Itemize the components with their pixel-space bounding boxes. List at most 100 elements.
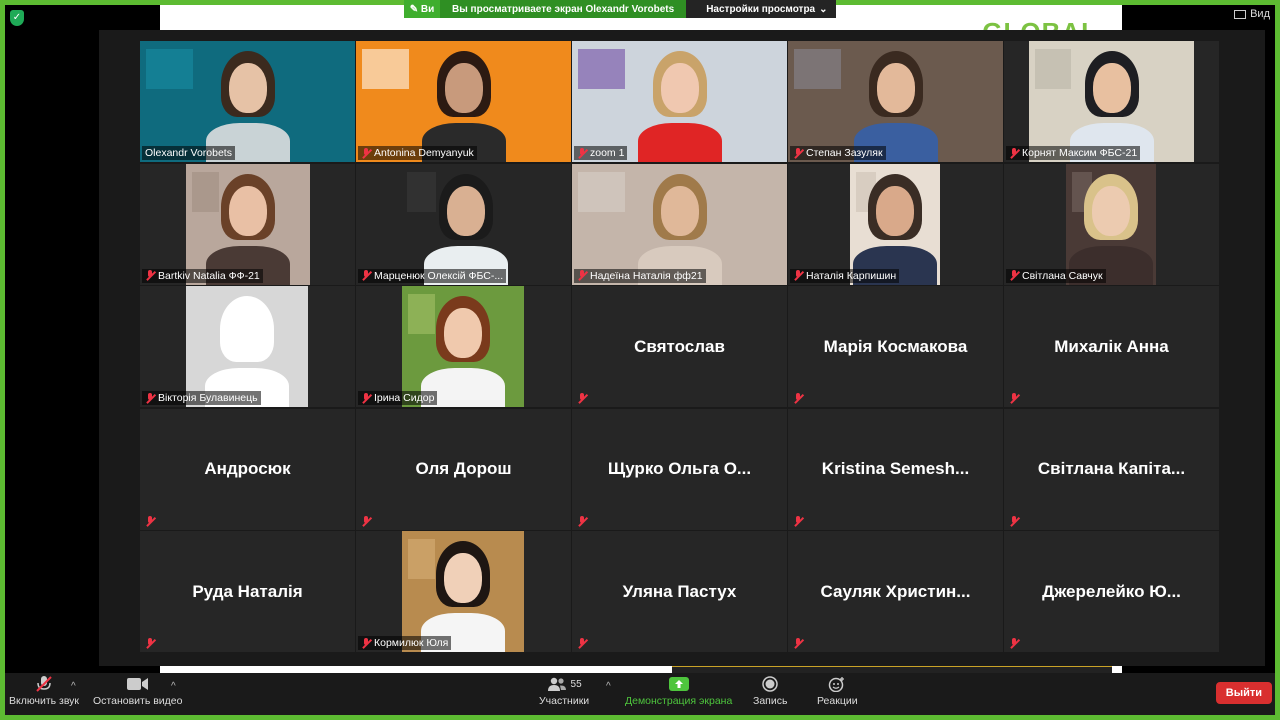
participant-name: Щурко Ольга О...: [607, 459, 752, 478]
participant-tile[interactable]: Оля Дорош: [356, 408, 571, 530]
mic-muted-icon: [1009, 515, 1019, 527]
participant-label: Olexandr Vorobets: [142, 146, 235, 160]
participant-tile[interactable]: Щурко Ольга О...: [572, 408, 787, 530]
video-options-caret[interactable]: ^: [171, 681, 176, 692]
participant-tile[interactable]: Марія Космакова: [788, 286, 1003, 407]
participant-label-text: Наталія Карпишин: [806, 269, 897, 282]
participant-tile[interactable]: Світлана Савчук: [1004, 163, 1219, 285]
video-feed: [140, 41, 355, 162]
mic-muted-icon: [1009, 147, 1019, 159]
audio-options-caret[interactable]: ^: [71, 681, 76, 692]
participant-tile[interactable]: zoom 1: [572, 41, 787, 162]
participant-label-text: Antonina Demyanyuk: [374, 147, 474, 159]
participant-name: Джерелейко Ю...: [1042, 581, 1181, 601]
participant-label-text: zoom 1: [590, 147, 625, 159]
participant-name: Уляна Пастух: [622, 581, 737, 601]
participant-tile[interactable]: Вікторія Булавинець: [140, 286, 355, 407]
share-screen-button[interactable]: Демонстрация экрана: [625, 676, 732, 707]
video-feed: [572, 163, 787, 285]
grid-icon: [1234, 9, 1247, 19]
participant-tile[interactable]: Наталія Карпишин: [788, 163, 1003, 285]
chevron-down-icon: ⌄: [819, 3, 828, 15]
pin-icon[interactable]: ✎ Ви: [404, 0, 440, 18]
participant-tile[interactable]: Кормилюк Юля: [356, 531, 571, 652]
participant-tile[interactable]: Андросюк: [140, 408, 355, 530]
view-options-label: Настройки просмотра: [706, 3, 816, 15]
mic-muted-icon: [577, 270, 587, 281]
participant-label: [574, 515, 590, 528]
meeting-toolbar: Включить звук ^ Остановить видео ^ 55 Уч…: [5, 673, 1275, 715]
security-shield-icon[interactable]: ✓: [10, 10, 24, 26]
video-feed: [850, 163, 940, 285]
participant-label-text: Марценюк Олексій ФБС-...: [374, 269, 504, 282]
mic-muted-icon: [577, 147, 587, 159]
stop-video-button[interactable]: Остановить видео: [93, 676, 182, 707]
reactions-label: Реакции: [817, 695, 858, 707]
mic-muted-icon: [361, 637, 371, 649]
participant-tile[interactable]: Руда Наталія: [140, 531, 355, 652]
view-options-button[interactable]: Настройки просмотра ⌄: [686, 0, 836, 18]
share-screen-icon: [668, 676, 689, 692]
participant-name: Kristina Semesh...: [821, 459, 970, 478]
participant-label-text: Степан Зазуляк: [806, 147, 883, 159]
mic-muted-icon: [361, 515, 371, 527]
record-button[interactable]: Запись: [753, 676, 787, 707]
participant-label: Вікторія Булавинець: [142, 391, 261, 405]
mic-muted-icon: [35, 676, 53, 692]
participant-label: [1006, 637, 1022, 650]
participant-tile[interactable]: Kristina Semesh...: [788, 408, 1003, 530]
participant-tile[interactable]: Святослав: [572, 286, 787, 407]
mic-muted-icon: [361, 392, 371, 404]
zoom-window: GLOBAL ✓ Вид ✎ Ви Вы просматриваете экра…: [0, 0, 1280, 720]
participants-options-caret[interactable]: ^: [606, 681, 611, 692]
participant-label-text: Світлана Савчук: [1022, 269, 1103, 282]
participant-label: [574, 637, 590, 650]
banner-message: Вы просматриваете экран Olexandr Vorobet…: [440, 0, 687, 18]
video-feed: [1066, 163, 1156, 285]
participant-tile[interactable]: Bartkiv Natalia ФФ-21: [140, 163, 355, 285]
mic-muted-icon: [793, 270, 803, 281]
participant-label: Надеїна Наталія фф21: [574, 268, 706, 283]
stop-video-label: Остановить видео: [93, 695, 183, 707]
profile-photo: [186, 286, 308, 407]
unmute-button[interactable]: Включить звук: [9, 676, 79, 707]
video-feed: [572, 41, 787, 162]
participant-tile[interactable]: Уляна Пастух: [572, 531, 787, 652]
participant-label: [790, 515, 806, 528]
participant-tile[interactable]: Ірина Сидор: [356, 286, 571, 407]
participant-tile[interactable]: Надеїна Наталія фф21: [572, 163, 787, 285]
participant-label-text: Ірина Сидор: [374, 392, 435, 404]
gallery-view: Olexandr Vorobets Antonina Demyanyuk zoom …: [99, 30, 1265, 666]
participant-label: [574, 392, 590, 405]
participants-button[interactable]: 55 Участники: [539, 676, 589, 707]
participant-tile[interactable]: Степан Зазуляк: [788, 41, 1003, 162]
participant-label: [142, 637, 158, 650]
reactions-button[interactable]: Реакции: [817, 676, 858, 707]
unmute-label: Включить звук: [9, 695, 80, 707]
view-button[interactable]: Вид: [1234, 8, 1270, 20]
participant-tile[interactable]: Antonina Demyanyuk: [356, 41, 571, 162]
mic-muted-icon: [1009, 393, 1019, 404]
participant-tile[interactable]: Марценюк Олексій ФБС-...: [356, 163, 571, 285]
participant-name: Андросюк: [204, 459, 291, 478]
record-icon: [762, 676, 778, 692]
share-banner: ✎ Ви Вы просматриваете экран Olexandr Vo…: [404, 0, 836, 18]
participant-label-text: Корнят Максим ФБС-21: [1022, 147, 1138, 159]
participant-label: Світлана Савчук: [1006, 268, 1106, 283]
participant-name: Марія Космакова: [823, 336, 968, 356]
leave-button[interactable]: Выйти: [1215, 682, 1272, 704]
mic-muted-icon: [793, 393, 803, 404]
participant-tile[interactable]: Джерелейко Ю...: [1004, 531, 1219, 652]
participant-tile[interactable]: Сауляк Христин...: [788, 531, 1003, 652]
participant-tile[interactable]: Світлана Капіта...: [1004, 408, 1219, 530]
participant-tile[interactable]: Olexandr Vorobets: [140, 41, 355, 162]
participant-name: Михалік Анна: [1054, 336, 1169, 356]
participant-label: [142, 515, 158, 528]
banner-left-text: Ви: [420, 3, 435, 15]
mic-muted-icon: [145, 515, 155, 527]
participants-icon: [547, 677, 566, 691]
participant-tile[interactable]: Михалік Анна: [1004, 286, 1219, 407]
participant-label-text: Bartkiv Natalia ФФ-21: [158, 269, 260, 282]
share-screen-label: Демонстрация экрана: [625, 695, 733, 707]
participant-tile[interactable]: Корнят Максим ФБС-21: [1004, 41, 1219, 162]
